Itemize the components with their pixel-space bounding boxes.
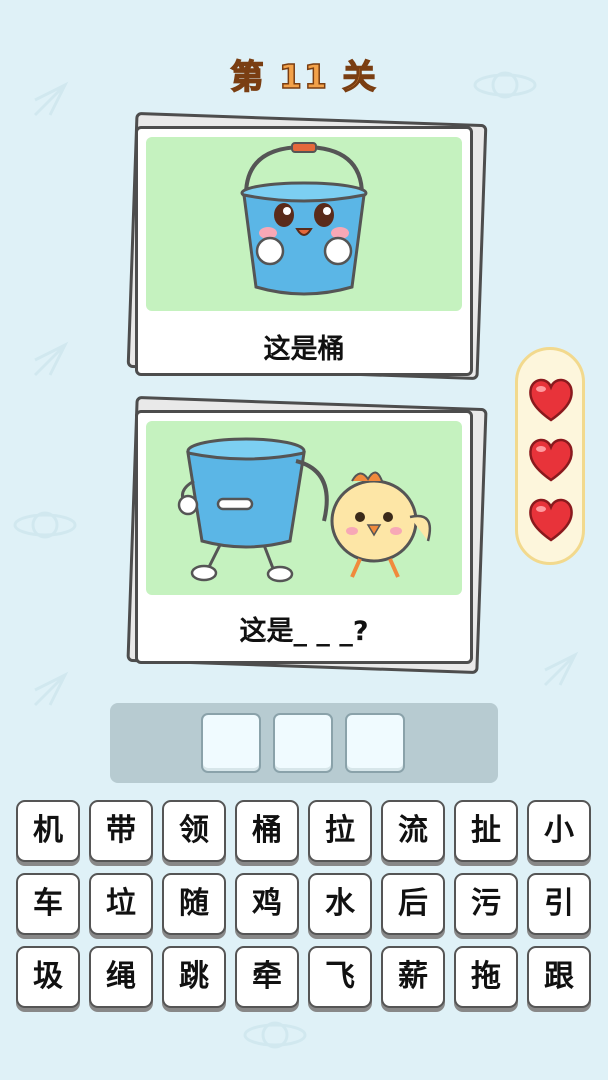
character-key[interactable]: 带 bbox=[89, 800, 153, 862]
character-key[interactable]: 鸡 bbox=[235, 873, 299, 935]
character-key[interactable]: 圾 bbox=[16, 946, 80, 1008]
character-key[interactable]: 牵 bbox=[235, 946, 299, 1008]
answer-bar bbox=[110, 703, 498, 783]
character-key[interactable]: 跳 bbox=[162, 946, 226, 1008]
character-key[interactable]: 引 bbox=[527, 873, 591, 935]
character-key[interactable]: 桶 bbox=[235, 800, 299, 862]
question-picture bbox=[146, 421, 462, 595]
heart-icon bbox=[529, 438, 573, 482]
character-key[interactable]: 车 bbox=[16, 873, 80, 935]
heart-icon bbox=[529, 498, 573, 542]
bucket-with-chick-picture bbox=[177, 437, 432, 583]
character-key[interactable]: 机 bbox=[16, 800, 80, 862]
character-key[interactable]: 后 bbox=[381, 873, 445, 935]
character-key[interactable]: 污 bbox=[454, 873, 518, 935]
lives-panel bbox=[515, 347, 585, 565]
character-key[interactable]: 薪 bbox=[381, 946, 445, 1008]
rocket-icon bbox=[543, 651, 579, 687]
character-key[interactable]: 领 bbox=[162, 800, 226, 862]
bucket-character-picture bbox=[240, 142, 368, 296]
character-key[interactable]: 拉 bbox=[308, 800, 372, 862]
character-key[interactable]: 小 bbox=[527, 800, 591, 862]
planet-icon bbox=[243, 1021, 307, 1049]
character-key[interactable]: 流 bbox=[381, 800, 445, 862]
card-caption: 这是_ _ _? bbox=[239, 616, 369, 647]
rocket-icon bbox=[33, 341, 69, 377]
card-front: 这是桶 bbox=[135, 126, 473, 376]
rocket-icon bbox=[33, 671, 69, 707]
planet-icon bbox=[13, 511, 77, 539]
character-key[interactable]: 跟 bbox=[527, 946, 591, 1008]
answer-slot[interactable] bbox=[201, 713, 261, 773]
clue-picture bbox=[146, 137, 462, 311]
level-title: 第 11 关 bbox=[230, 56, 378, 97]
answer-slot[interactable] bbox=[273, 713, 333, 773]
character-key[interactable]: 水 bbox=[308, 873, 372, 935]
character-key[interactable]: 扯 bbox=[454, 800, 518, 862]
question-card: 这是_ _ _? bbox=[125, 395, 488, 675]
character-key[interactable]: 随 bbox=[162, 873, 226, 935]
answer-slot[interactable] bbox=[345, 713, 405, 773]
character-key[interactable]: 垃 bbox=[89, 873, 153, 935]
card-caption: 这是桶 bbox=[263, 334, 345, 365]
character-key[interactable]: 飞 bbox=[308, 946, 372, 1008]
heart-icon bbox=[529, 378, 573, 422]
character-key[interactable]: 拖 bbox=[454, 946, 518, 1008]
card-front: 这是_ _ _? bbox=[135, 410, 473, 664]
character-key[interactable]: 绳 bbox=[89, 946, 153, 1008]
clue-card: 这是桶 bbox=[125, 111, 488, 388]
